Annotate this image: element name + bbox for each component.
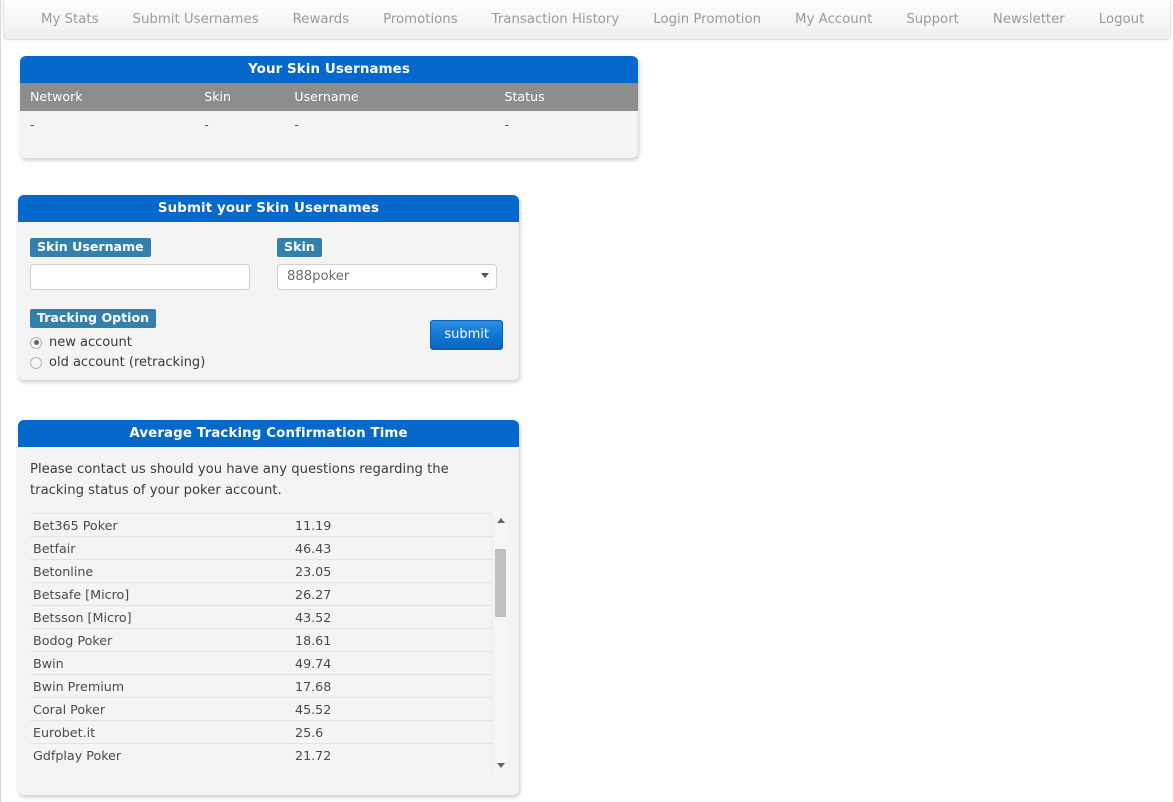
tracking-site-name: Gdfplay Poker	[33, 747, 122, 763]
list-scrollbar[interactable]	[492, 513, 507, 773]
skin-username-label: Skin Username	[30, 238, 151, 257]
skin-select-wrapper: 888poker	[277, 264, 497, 290]
tracking-time-row: Betsafe [Micro] 26.27	[30, 582, 491, 605]
nav-item-logout[interactable]: Logout	[1082, 1, 1162, 39]
page-root: My Stats Submit Usernames Rewards Promotion…	[0, 0, 1174, 802]
nav-item-rewards[interactable]: Rewards	[276, 1, 366, 39]
tracking-note-text: Please contact us should you have any qu…	[30, 462, 449, 498]
table-head: Network Skin Username Status	[20, 83, 638, 111]
avgtime-body: Please contact us should you have any qu…	[18, 447, 519, 773]
skin-label: Skin	[277, 238, 322, 257]
radio-old-account[interactable]: old account (retracking)	[30, 355, 497, 370]
nav-item-submit-usernames[interactable]: Submit Usernames	[116, 1, 276, 39]
tracking-site-name: Betfair	[33, 540, 76, 556]
tracking-site-name: Bwin	[33, 655, 64, 671]
column-header-username: Username	[284, 83, 495, 111]
tracking-time-row: Gdfplay Poker 21.72	[30, 743, 491, 766]
tracking-site-name: Betsafe [Micro]	[33, 586, 130, 602]
tracking-time-value: 11.19	[295, 517, 332, 533]
nav-item-support[interactable]: Support	[889, 1, 976, 39]
cell-network: -	[30, 117, 35, 132]
tracking-time-value: 23.05	[295, 563, 332, 579]
tracking-site-name: Betonline	[33, 563, 94, 579]
radio-new-account[interactable]: new account	[30, 335, 497, 350]
panel-title-usernames: Your Skin Usernames	[20, 56, 638, 83]
tracking-time-value: 26.27	[295, 586, 332, 602]
tracking-site-name: Bet365 Poker	[33, 517, 118, 533]
nav-item-promotions[interactable]: Promotions	[366, 1, 475, 39]
tracking-time-row: Bwin Premium 17.68	[30, 674, 491, 697]
tracking-time-row: Coral Poker 45.52	[30, 697, 491, 720]
tracking-time-value: 18.61	[295, 632, 332, 648]
usernames-table-body: Network Skin Username Status - - - -	[20, 83, 638, 138]
tracking-time-list[interactable]: Bet365 Poker 11.19 Betfair 46.43 Betonline 23…	[30, 513, 507, 773]
skin-field-group: Skin 888poker	[277, 236, 497, 290]
table-header-row: Network Skin Username Status	[20, 83, 638, 111]
tracking-time-list-container: Bet365 Poker 11.19 Betfair 46.43 Betonline 23…	[30, 513, 507, 773]
tracking-time-value: 21.72	[295, 747, 332, 763]
tracking-site-name: Betsson [Micro]	[33, 609, 132, 625]
skin-select[interactable]: 888poker	[277, 264, 497, 290]
column-header-status: Status	[494, 83, 638, 111]
tracking-site-name: Bwin Premium	[33, 678, 125, 694]
average-tracking-time-panel: Average Tracking Confirmation Time Pleas…	[18, 420, 519, 795]
top-navigation: My Stats Submit Usernames Rewards Promotion…	[3, 1, 1171, 40]
tracking-time-row: Betonline 23.05	[30, 559, 491, 582]
tracking-time-row: Bwin 49.74	[30, 651, 491, 674]
scroll-down-arrow-icon[interactable]	[493, 758, 508, 773]
tracking-time-row: Eurobet.it 25.6	[30, 720, 491, 743]
panel-title-avgtime: Average Tracking Confirmation Time	[18, 420, 519, 447]
radio-label-old-account: old account (retracking)	[49, 355, 206, 370]
radio-icon-old-account[interactable]	[30, 356, 42, 369]
tracking-time-value: 43.52	[295, 609, 332, 625]
tracking-time-row: Betfair 46.43	[30, 536, 491, 559]
table-row: - - - -	[20, 111, 638, 138]
submit-skin-usernames-panel: Submit your Skin Usernames Skin Username…	[18, 195, 519, 380]
tracking-time-row: Betsson [Micro] 43.52	[30, 605, 491, 628]
radio-icon-new-account[interactable]	[30, 336, 42, 349]
submit-button[interactable]: submit	[430, 320, 503, 350]
tracking-time-value: 46.43	[295, 540, 332, 556]
skin-username-field-group: Skin Username	[30, 236, 266, 290]
tracking-time-value: 25.6	[295, 724, 324, 740]
tracking-time-row: Bet365 Poker 11.19	[30, 513, 491, 536]
form-first-row: Skin Username Skin 888poker	[30, 236, 497, 290]
tracking-option-label: Tracking Option	[30, 309, 157, 328]
skin-username-input[interactable]	[30, 264, 250, 290]
cell-skin: -	[204, 117, 209, 132]
panel-title-submit: Submit your Skin Usernames	[18, 195, 519, 222]
nav-item-login-promotion[interactable]: Login Promotion	[636, 1, 778, 39]
nav-item-my-account[interactable]: My Account	[778, 1, 889, 39]
column-header-network: Network	[20, 83, 195, 111]
tracking-time-value: 49.74	[295, 655, 332, 671]
submit-form: Skin Username Skin 888poker Tracking Opt…	[18, 222, 519, 380]
tracking-time-value: 17.68	[295, 678, 332, 694]
tracking-time-row: Bodog Poker 18.61	[30, 628, 491, 651]
tracking-site-name: Eurobet.it	[33, 724, 96, 740]
scroll-up-arrow-icon[interactable]	[493, 513, 508, 528]
cell-status: -	[504, 117, 510, 132]
nav-item-transaction-history[interactable]: Transaction History	[475, 1, 637, 39]
table-body: - - - -	[20, 111, 638, 138]
column-header-skin: Skin	[194, 83, 285, 111]
tracking-site-name: Coral Poker	[33, 701, 106, 717]
skin-usernames-table: Network Skin Username Status - - - -	[20, 83, 638, 138]
nav-item-newsletter[interactable]: Newsletter	[976, 1, 1082, 39]
nav-item-my-stats[interactable]: My Stats	[24, 1, 116, 39]
tracking-option-group: Tracking Option new account old account …	[30, 307, 503, 370]
your-skin-usernames-panel: Your Skin Usernames Network Skin Usernam…	[20, 56, 638, 158]
radio-label-new-account: new account	[49, 335, 132, 350]
scrollbar-thumb[interactable]	[495, 549, 506, 617]
cell-username: -	[294, 117, 299, 132]
tracking-site-name: Bodog Poker	[33, 632, 113, 648]
tracking-time-value: 45.52	[295, 701, 332, 717]
